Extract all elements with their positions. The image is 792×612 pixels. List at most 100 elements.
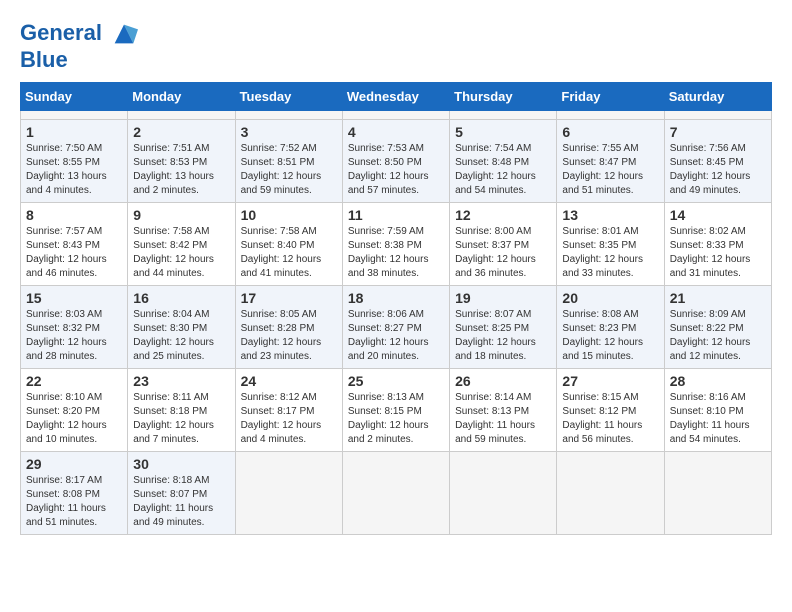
calendar-cell: 20 Sunrise: 8:08 AM Sunset: 8:23 PM Dayli… <box>557 286 664 369</box>
calendar-cell <box>342 111 449 120</box>
calendar-cell: 9Sunrise: 7:58 AM Sunset: 8:42 PM Daylig… <box>128 203 235 286</box>
calendar-cell <box>235 111 342 120</box>
calendar-cell: 7 Sunrise: 7:56 AM Sunset: 8:45 PM Daylig… <box>664 120 771 203</box>
day-info: Sunrise: 7:50 AM Sunset: 8:55 PM Dayligh… <box>26 142 122 198</box>
day-info: Sunrise: 8:15 AM Sunset: 8:12 PM Dayligh… <box>562 391 658 447</box>
day-info: Sunrise: 8:05 AM Sunset: 8:28 PM Dayligh… <box>241 308 337 364</box>
calendar-cell: 6 Sunrise: 7:55 AM Sunset: 8:47 PM Daylig… <box>557 120 664 203</box>
day-info: Sunrise: 7:58 AM Sunset: 8:42 PM Dayligh… <box>133 225 229 281</box>
day-info: Sunrise: 7:56 AM Sunset: 8:45 PM Dayligh… <box>670 142 766 198</box>
day-info: Sunrise: 7:57 AM Sunset: 8:43 PM Dayligh… <box>26 225 122 281</box>
calendar-cell: 2Sunrise: 7:51 AM Sunset: 8:53 PM Daylig… <box>128 120 235 203</box>
day-number: 28 <box>670 373 766 389</box>
day-info: Sunrise: 8:01 AM Sunset: 8:35 PM Dayligh… <box>562 225 658 281</box>
day-info: Sunrise: 7:55 AM Sunset: 8:47 PM Dayligh… <box>562 142 658 198</box>
day-info: Sunrise: 8:00 AM Sunset: 8:37 PM Dayligh… <box>455 225 551 281</box>
calendar-cell: 17Sunrise: 8:05 AM Sunset: 8:28 PM Dayli… <box>235 286 342 369</box>
calendar-week-row: 1 Sunrise: 7:50 AM Sunset: 8:55 PM Daylig… <box>21 120 772 203</box>
day-info: Sunrise: 8:11 AM Sunset: 8:18 PM Dayligh… <box>133 391 229 447</box>
day-number: 18 <box>348 290 444 306</box>
day-info: Sunrise: 8:02 AM Sunset: 8:33 PM Dayligh… <box>670 225 766 281</box>
day-number: 11 <box>348 207 444 223</box>
day-number: 16 <box>133 290 229 306</box>
logo-blue: Blue <box>20 48 138 72</box>
day-number: 8 <box>26 207 122 223</box>
calendar-cell: 15Sunrise: 8:03 AM Sunset: 8:32 PM Dayli… <box>21 286 128 369</box>
day-number: 7 <box>670 124 766 140</box>
calendar-cell: 19 Sunrise: 8:07 AM Sunset: 8:25 PM Dayli… <box>450 286 557 369</box>
col-header-wednesday: Wednesday <box>342 83 449 111</box>
calendar-cell: 22Sunrise: 8:10 AM Sunset: 8:20 PM Dayli… <box>21 369 128 452</box>
day-info: Sunrise: 8:17 AM Sunset: 8:08 PM Dayligh… <box>26 474 122 530</box>
day-info: Sunrise: 7:52 AM Sunset: 8:51 PM Dayligh… <box>241 142 337 198</box>
calendar-cell <box>450 452 557 535</box>
day-info: Sunrise: 8:06 AM Sunset: 8:27 PM Dayligh… <box>348 308 444 364</box>
calendar-cell <box>235 452 342 535</box>
day-info: Sunrise: 8:18 AM Sunset: 8:07 PM Dayligh… <box>133 474 229 530</box>
calendar-week-row <box>21 111 772 120</box>
calendar-cell: 14Sunrise: 8:02 AM Sunset: 8:33 PM Dayli… <box>664 203 771 286</box>
calendar-cell <box>128 111 235 120</box>
day-info: Sunrise: 8:14 AM Sunset: 8:13 PM Dayligh… <box>455 391 551 447</box>
calendar-cell: 23 Sunrise: 8:11 AM Sunset: 8:18 PM Dayli… <box>128 369 235 452</box>
day-number: 10 <box>241 207 337 223</box>
calendar-week-row: 15Sunrise: 8:03 AM Sunset: 8:32 PM Dayli… <box>21 286 772 369</box>
day-number: 5 <box>455 124 551 140</box>
col-header-saturday: Saturday <box>664 83 771 111</box>
calendar-cell: 5 Sunrise: 7:54 AM Sunset: 8:48 PM Daylig… <box>450 120 557 203</box>
day-info: Sunrise: 8:07 AM Sunset: 8:25 PM Dayligh… <box>455 308 551 364</box>
day-info: Sunrise: 8:08 AM Sunset: 8:23 PM Dayligh… <box>562 308 658 364</box>
calendar-cell <box>557 111 664 120</box>
day-info: Sunrise: 7:54 AM Sunset: 8:48 PM Dayligh… <box>455 142 551 198</box>
calendar-cell: 24 Sunrise: 8:12 AM Sunset: 8:17 PM Dayli… <box>235 369 342 452</box>
col-header-sunday: Sunday <box>21 83 128 111</box>
day-number: 1 <box>26 124 122 140</box>
day-number: 6 <box>562 124 658 140</box>
day-number: 19 <box>455 290 551 306</box>
day-number: 3 <box>241 124 337 140</box>
day-number: 30 <box>133 456 229 472</box>
day-number: 27 <box>562 373 658 389</box>
logo-text: General <box>20 20 138 48</box>
calendar-cell <box>664 452 771 535</box>
calendar-cell: 25Sunrise: 8:13 AM Sunset: 8:15 PM Dayli… <box>342 369 449 452</box>
calendar-cell: 26 Sunrise: 8:14 AM Sunset: 8:13 PM Dayli… <box>450 369 557 452</box>
calendar-cell <box>557 452 664 535</box>
calendar-cell: 16 Sunrise: 8:04 AM Sunset: 8:30 PM Dayli… <box>128 286 235 369</box>
day-number: 26 <box>455 373 551 389</box>
col-header-monday: Monday <box>128 83 235 111</box>
day-info: Sunrise: 8:13 AM Sunset: 8:15 PM Dayligh… <box>348 391 444 447</box>
calendar-cell <box>450 111 557 120</box>
day-info: Sunrise: 8:04 AM Sunset: 8:30 PM Dayligh… <box>133 308 229 364</box>
calendar-cell: 30 Sunrise: 8:18 AM Sunset: 8:07 PM Dayli… <box>128 452 235 535</box>
logo: General Blue <box>20 20 138 72</box>
calendar-cell: 4 Sunrise: 7:53 AM Sunset: 8:50 PM Daylig… <box>342 120 449 203</box>
day-number: 24 <box>241 373 337 389</box>
calendar-cell: 10Sunrise: 7:58 AM Sunset: 8:40 PM Dayli… <box>235 203 342 286</box>
day-info: Sunrise: 8:09 AM Sunset: 8:22 PM Dayligh… <box>670 308 766 364</box>
day-number: 15 <box>26 290 122 306</box>
calendar-cell: 3 Sunrise: 7:52 AM Sunset: 8:51 PM Daylig… <box>235 120 342 203</box>
day-info: Sunrise: 7:59 AM Sunset: 8:38 PM Dayligh… <box>348 225 444 281</box>
calendar-cell: 13Sunrise: 8:01 AM Sunset: 8:35 PM Dayli… <box>557 203 664 286</box>
day-number: 23 <box>133 373 229 389</box>
col-header-tuesday: Tuesday <box>235 83 342 111</box>
calendar-week-row: 8 Sunrise: 7:57 AM Sunset: 8:43 PM Daylig… <box>21 203 772 286</box>
day-number: 20 <box>562 290 658 306</box>
calendar-cell: 28 Sunrise: 8:16 AM Sunset: 8:10 PM Dayli… <box>664 369 771 452</box>
day-info: Sunrise: 8:16 AM Sunset: 8:10 PM Dayligh… <box>670 391 766 447</box>
calendar-cell: 1 Sunrise: 7:50 AM Sunset: 8:55 PM Daylig… <box>21 120 128 203</box>
col-header-friday: Friday <box>557 83 664 111</box>
day-number: 21 <box>670 290 766 306</box>
day-info: Sunrise: 8:12 AM Sunset: 8:17 PM Dayligh… <box>241 391 337 447</box>
day-number: 29 <box>26 456 122 472</box>
calendar-cell: 8 Sunrise: 7:57 AM Sunset: 8:43 PM Daylig… <box>21 203 128 286</box>
day-number: 12 <box>455 207 551 223</box>
calendar-cell: 29 Sunrise: 8:17 AM Sunset: 8:08 PM Dayli… <box>21 452 128 535</box>
page-header: General Blue <box>20 20 772 72</box>
calendar-cell <box>664 111 771 120</box>
calendar-cell: 18 Sunrise: 8:06 AM Sunset: 8:27 PM Dayli… <box>342 286 449 369</box>
day-number: 4 <box>348 124 444 140</box>
calendar-cell <box>342 452 449 535</box>
day-info: Sunrise: 7:53 AM Sunset: 8:50 PM Dayligh… <box>348 142 444 198</box>
